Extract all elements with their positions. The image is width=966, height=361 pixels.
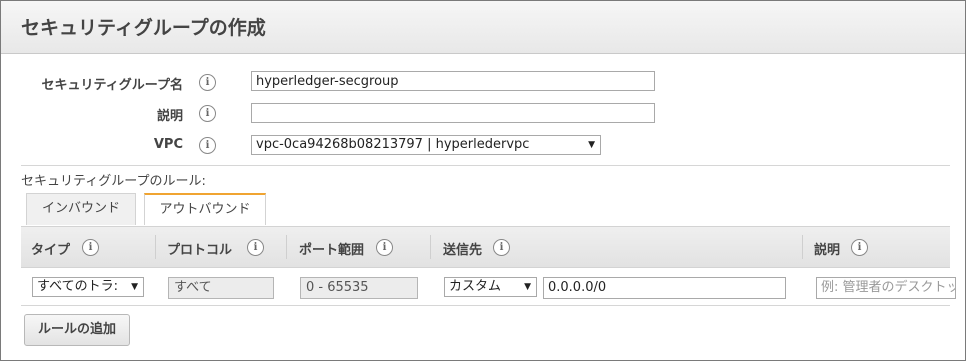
add-rule-button[interactable]: ルールの追加: [24, 314, 130, 346]
caret-down-icon: ▼: [524, 282, 531, 292]
info-circle-icon[interactable]: i: [851, 239, 868, 256]
description-input[interactable]: [251, 103, 655, 123]
rule-destination-type-value: カスタム: [449, 279, 502, 294]
tab-inbound[interactable]: インバウンド: [26, 193, 136, 225]
info-circle-icon[interactable]: i: [199, 74, 216, 91]
rules-table-header: タイプ i プロトコル i ポート範囲 i 送信先 i 説明 i: [21, 226, 950, 268]
vpc-select-value: vpc-0ca94268b08213797 | hyperledervpc: [256, 137, 530, 152]
rule-type-select[interactable]: すべてのトラ: ▼: [32, 277, 144, 297]
rule-protocol-field: すべて: [168, 277, 274, 299]
info-circle-icon[interactable]: i: [376, 239, 393, 256]
column-separator: [430, 235, 431, 259]
column-header-destination: 送信先: [443, 243, 483, 258]
security-group-name-label: セキュリティグループ名: [41, 78, 183, 93]
column-header-protocol: プロトコル: [167, 243, 233, 258]
column-header-type: タイプ: [31, 243, 71, 258]
rule-description-input[interactable]: 例: 管理者のデスクトップ: [816, 277, 956, 299]
column-header-port-range: ポート範囲: [299, 243, 365, 258]
row-divider: [21, 305, 950, 306]
info-circle-icon[interactable]: i: [199, 137, 216, 154]
divider: [21, 165, 950, 166]
description-label: 説明: [156, 109, 183, 124]
column-separator: [802, 235, 803, 259]
info-circle-icon[interactable]: i: [82, 239, 99, 256]
column-separator: [155, 235, 156, 259]
column-separator: [286, 235, 287, 259]
security-group-name-input[interactable]: hyperledger-secgroup: [251, 71, 655, 91]
dialog-title: セキュリティグループの作成: [21, 17, 266, 39]
create-security-group-dialog: セキュリティグループの作成 セキュリティグループ名 i hyperledger-…: [0, 0, 966, 361]
rule-destination-type-select[interactable]: カスタム ▼: [444, 277, 537, 297]
caret-down-icon: ▼: [588, 140, 595, 150]
rules-caption: セキュリティグループのルール:: [21, 174, 206, 189]
rule-destination-cidr-input[interactable]: 0.0.0.0/0: [543, 277, 786, 299]
vpc-select[interactable]: vpc-0ca94268b08213797 | hyperledervpc ▼: [251, 135, 601, 155]
vpc-label: VPC: [153, 137, 183, 152]
caret-down-icon: ▼: [131, 282, 138, 292]
column-header-description: 説明: [814, 243, 841, 258]
dialog-header: セキュリティグループの作成: [1, 1, 965, 54]
info-circle-icon[interactable]: i: [493, 239, 510, 256]
rule-port-range-field: 0 - 65535: [300, 277, 418, 299]
info-circle-icon[interactable]: i: [199, 105, 216, 122]
tab-outbound[interactable]: アウトバウンド: [144, 193, 266, 225]
rule-type-value: すべてのトラ:: [37, 279, 118, 294]
info-circle-icon[interactable]: i: [247, 239, 264, 256]
